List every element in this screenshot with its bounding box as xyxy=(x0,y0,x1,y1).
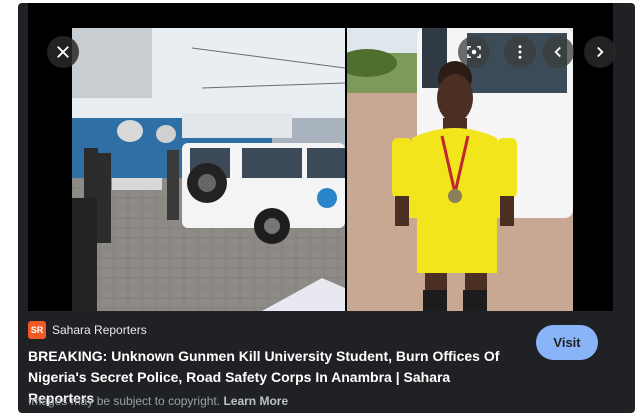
learn-more-link[interactable]: Learn More xyxy=(223,394,288,408)
source-name[interactable]: Sahara Reporters xyxy=(52,323,147,337)
close-button[interactable] xyxy=(47,36,79,68)
lens-icon xyxy=(467,46,481,58)
preview-image-area xyxy=(28,3,616,311)
chevron-right-icon xyxy=(597,46,604,58)
more-vertical-icon xyxy=(518,45,522,59)
chevron-left-icon xyxy=(554,46,561,58)
preview-photo-left[interactable] xyxy=(72,28,345,311)
source-row[interactable]: SR Sahara Reporters xyxy=(28,321,147,339)
source-logo: SR xyxy=(28,321,46,339)
lens-search-button[interactable] xyxy=(458,36,490,68)
more-options-button[interactable] xyxy=(504,36,536,68)
visit-button[interactable]: Visit xyxy=(536,325,598,360)
close-icon xyxy=(57,46,69,58)
previous-image-button[interactable] xyxy=(542,36,574,68)
copyright-notice: Images may be subject to copyright. Lear… xyxy=(28,394,288,408)
copyright-text: Images may be subject to copyright. xyxy=(28,394,221,408)
image-preview-panel: SR Sahara Reporters BREAKING: Unknown Gu… xyxy=(18,3,635,413)
preview-photo-right[interactable] xyxy=(347,28,573,311)
next-image-button[interactable] xyxy=(584,36,616,68)
